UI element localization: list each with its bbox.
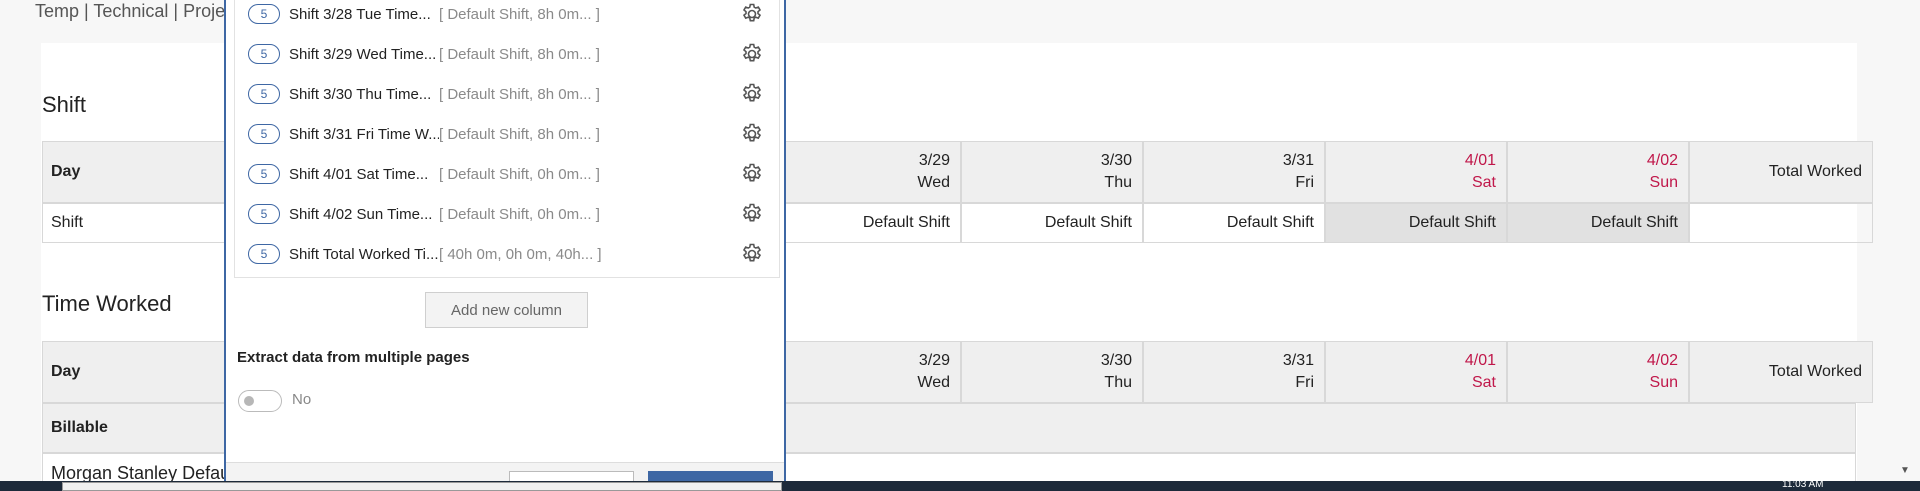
column-name: Shift Total Worked Ti... [289,245,439,263]
day-date: 4/02 [1646,352,1678,369]
weekend-col-header: 4/01 Sat [1325,341,1507,403]
gear-icon[interactable] [740,2,764,26]
day-col-header: 3/30 Thu [961,341,1143,403]
day-dow: Sun [1649,374,1678,391]
shift-value: Default Shift [1044,214,1132,231]
column-item[interactable]: 5 Shift Total Worked Ti... [ 40h 0m, 0h … [235,234,779,274]
column-name: Shift 3/30 Thu Time... [289,85,432,103]
day-date: 3/29 [918,152,950,169]
column-item[interactable]: 5 Shift 3/30 Thu Time... [ Default Shift… [235,74,779,114]
day-date: 3/31 [1282,352,1314,369]
taskbar-search-box[interactable] [62,482,782,491]
total-worked-header: Total Worked [1689,341,1873,403]
day-date: 3/29 [918,352,950,369]
column-name: Shift 4/01 Sat Time... [289,165,429,183]
scroll-down-arrow-icon[interactable]: ▼ [1900,465,1910,476]
gear-icon[interactable] [740,122,764,146]
gear-icon[interactable] [740,42,764,66]
day-dow: Sun [1649,174,1678,191]
day-col-header: 3/31 Fri [1143,141,1325,203]
day-date: 4/02 [1646,152,1678,169]
shift-section-title: Shift [42,92,87,117]
column-index-badge: 5 [248,44,280,64]
day-dow: Fri [1295,374,1314,391]
toggle-state-label: No [292,391,312,408]
day-dow: Sat [1471,374,1496,391]
weekend-col-header: 4/01 Sat [1325,141,1507,203]
day-date: 3/31 [1282,152,1314,169]
day-date: 4/01 [1464,152,1496,169]
shift-cell-weekend[interactable]: Default Shift [1507,203,1689,243]
shift-cell-weekend[interactable]: Default Shift [1325,203,1507,243]
os-taskbar: 11:03 AM [0,479,1920,491]
total-worked-header: Total Worked [1689,141,1873,203]
shift-value: Default Shift [1226,214,1314,231]
day-col-header: 3/29 Wed [779,341,961,403]
gear-icon[interactable] [740,162,764,186]
day-dow: Thu [1104,374,1132,391]
day-date: 3/30 [1100,352,1132,369]
column-item[interactable]: 5 Shift 4/01 Sat Time... [ Default Shift… [235,154,779,194]
screen: Temp | Technical | Projec Shift Day 3/29… [0,0,1920,491]
column-name: Shift 3/31 Fri Time W... [289,125,439,143]
extract-multiple-pages-label: Extract data from multiple pages [237,349,470,366]
day-col-header: 3/30 Thu [961,141,1143,203]
column-sample: [ 40h 0m, 0h 0m, 40h... ] [439,245,602,263]
day-date: 3/30 [1100,152,1132,169]
taskbar-clock: 11:03 AM [1782,479,1824,490]
total-worked-label: Total Worked [1768,363,1862,380]
shift-cell[interactable]: Default Shift [961,203,1143,243]
column-name: Shift 3/28 Tue Time... [289,5,431,23]
column-name: Shift 3/29 Wed Time... [289,45,437,63]
column-sample: [ Default Shift, 8h 0m... ] [439,125,600,143]
day-date: 4/01 [1464,352,1496,369]
column-list: 5 Shift 3/28 Tue Time... [ Default Shift… [234,0,780,278]
shift-cell[interactable]: Default Shift [1143,203,1325,243]
day-col-header: 3/29 Wed [779,141,961,203]
column-name: Shift 4/02 Sun Time... [289,205,433,223]
column-item[interactable]: 5 Shift 3/29 Wed Time... [ Default Shift… [235,34,779,74]
day-dow: Fri [1295,174,1314,191]
breadcrumb: Temp | Technical | Projec [35,1,235,21]
total-worked-label: Total Worked [1768,163,1862,180]
day-col-header: 3/31 Fri [1143,341,1325,403]
column-item[interactable]: 5 Shift 3/31 Fri Time W... [ Default Shi… [235,114,779,154]
column-index-badge: 5 [248,84,280,104]
column-config-dialog: 5 Shift 3/28 Tue Time... [ Default Shift… [224,0,786,491]
shift-value: Default Shift [1408,214,1496,231]
column-sample: [ Default Shift, 0h 0m... ] [439,165,600,183]
day-dow: Wed [917,374,950,391]
column-index-badge: 5 [248,124,280,144]
column-index-badge: 5 [248,244,280,264]
gear-icon[interactable] [740,202,764,226]
extract-multiple-pages-toggle[interactable] [238,390,282,412]
column-index-badge: 5 [248,164,280,184]
shift-value: Default Shift [862,214,950,231]
toggle-knob [244,396,254,406]
column-item[interactable]: 5 Shift 3/28 Tue Time... [ Default Shift… [235,0,779,34]
column-item[interactable]: 5 Shift 4/02 Sun Time... [ Default Shift… [235,194,779,234]
column-sample: [ Default Shift, 8h 0m... ] [439,5,600,23]
weekend-col-header: 4/02 Sun [1507,341,1689,403]
shift-value: Default Shift [1590,214,1678,231]
day-dow: Thu [1104,174,1132,191]
shift-cell[interactable]: Default Shift [779,203,961,243]
column-index-badge: 5 [248,4,280,24]
column-sample: [ Default Shift, 8h 0m... ] [439,85,600,103]
time-worked-section-title: Time Worked [42,291,172,316]
day-dow: Sat [1471,174,1496,191]
column-index-badge: 5 [248,204,280,224]
add-new-column-button[interactable]: Add new column [425,292,588,328]
gear-icon[interactable] [740,242,764,266]
shift-total-cell [1689,203,1873,243]
weekend-col-header: 4/02 Sun [1507,141,1689,203]
column-sample: [ Default Shift, 0h 0m... ] [439,205,600,223]
column-sample: [ Default Shift, 8h 0m... ] [439,45,600,63]
gear-icon[interactable] [740,82,764,106]
day-dow: Wed [917,174,950,191]
